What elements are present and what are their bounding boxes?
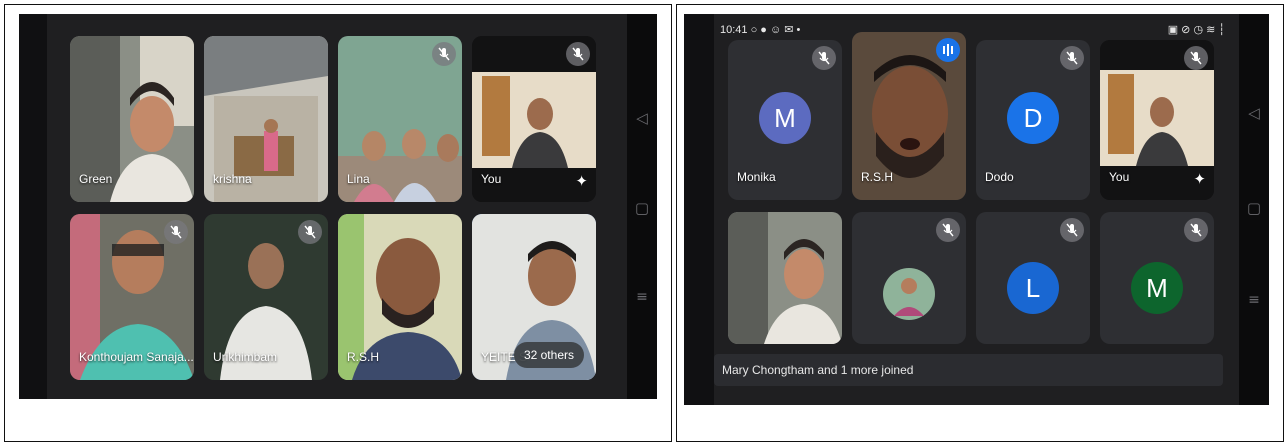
right-screenshot-cell: ◁ ▢ ≡ 10:41 ○ ● ☺ ✉ • ▣ ⊘ ◷ ≋ ┆ M Monika… [676, 4, 1284, 442]
android-navbar: ◁ ▢ ≡ [627, 14, 657, 399]
meet-grid-left: ◁ ▢ ≡ Green krishna Lina You ✦ Konthouja… [19, 14, 657, 399]
participant-tile[interactable] [728, 212, 842, 344]
participant-tile-speaking[interactable]: R.S.H [852, 32, 966, 200]
notification-icons: ○ ● ☺ ✉ • [750, 24, 801, 36]
nav-recents-icon[interactable]: ≡ [627, 289, 657, 305]
participant-name: Green [79, 172, 113, 186]
mic-off-icon [1060, 46, 1084, 70]
participant-tile[interactable]: Konthoujam Sanaja... [70, 214, 194, 380]
participant-name: You [481, 172, 502, 186]
participant-tile[interactable]: Lina [338, 36, 462, 202]
phone-bezel [684, 14, 714, 405]
mic-off-icon [812, 46, 836, 70]
participant-name: R.S.H [347, 350, 380, 364]
nav-recents-icon[interactable]: ≡ [1239, 292, 1269, 308]
mic-off-icon [566, 42, 590, 66]
participant-tile[interactable]: Green [70, 36, 194, 202]
video-feed [728, 212, 842, 344]
avatar: M [1131, 262, 1183, 314]
speaking-indicator-icon [936, 38, 960, 62]
avatar: L [1007, 262, 1059, 314]
sparkle-icon[interactable]: ✦ [575, 172, 588, 190]
participant-name: krishna [213, 172, 252, 186]
mic-off-icon [164, 220, 188, 244]
android-navbar: ◁ ▢ ≡ [1239, 14, 1269, 405]
status-time: 10:41 ○ ● ☺ ✉ • [720, 24, 801, 36]
join-notification: Mary Chongtham and 1 more joined [714, 354, 1223, 386]
left-screenshot-cell: ◁ ▢ ≡ Green krishna Lina You ✦ Konthouja… [4, 4, 672, 442]
nav-back-icon[interactable]: ◁ [1239, 104, 1269, 122]
nav-home-icon[interactable]: ▢ [1239, 199, 1269, 217]
avatar: M [759, 92, 811, 144]
participant-tile[interactable]: L [976, 212, 1090, 344]
participant-tile[interactable]: M [1100, 212, 1214, 344]
system-status-icons: ▣ ⊘ ◷ ≋ ┆ [1167, 24, 1225, 36]
others-count-badge[interactable]: 32 others [513, 342, 584, 368]
participant-name: Konthoujam Sanaja... [79, 350, 194, 364]
nav-back-icon[interactable]: ◁ [627, 109, 657, 127]
participant-tile-pinned[interactable]: YEITE S 32 others [472, 214, 596, 380]
participant-tile[interactable]: M Monika [728, 40, 842, 200]
participant-name: R.S.H [861, 170, 894, 184]
participant-name: Urikhimbam [213, 350, 278, 364]
nav-home-icon[interactable]: ▢ [627, 199, 657, 217]
avatar: D [1007, 92, 1059, 144]
participant-tile[interactable]: krishna [204, 36, 328, 202]
participant-name: Monika [737, 170, 776, 184]
phone-bezel [19, 14, 47, 399]
meet-grid-right: ◁ ▢ ≡ 10:41 ○ ● ☺ ✉ • ▣ ⊘ ◷ ≋ ┆ M Monika… [684, 14, 1269, 405]
status-bar: 10:41 ○ ● ☺ ✉ • ▣ ⊘ ◷ ≋ ┆ [714, 20, 1229, 38]
mic-off-icon [1184, 218, 1208, 242]
participant-tile-self[interactable]: You ✦ [472, 36, 596, 202]
participant-tile[interactable]: D Dodo [976, 40, 1090, 200]
mic-off-icon [298, 220, 322, 244]
participant-tile[interactable]: R.S.H [338, 214, 462, 380]
mic-off-icon [1184, 46, 1208, 70]
sparkle-icon[interactable]: ✦ [1193, 170, 1206, 188]
participant-name: Dodo [985, 170, 1014, 184]
mic-off-icon [432, 42, 456, 66]
participant-tile[interactable]: Urikhimbam [204, 214, 328, 380]
participant-tile[interactable] [852, 212, 966, 344]
participant-tile-self[interactable]: You ✦ [1100, 40, 1214, 200]
mic-off-icon [936, 218, 960, 242]
mic-off-icon [1060, 218, 1084, 242]
participant-name: Lina [347, 172, 370, 186]
participant-name: You [1109, 170, 1130, 184]
